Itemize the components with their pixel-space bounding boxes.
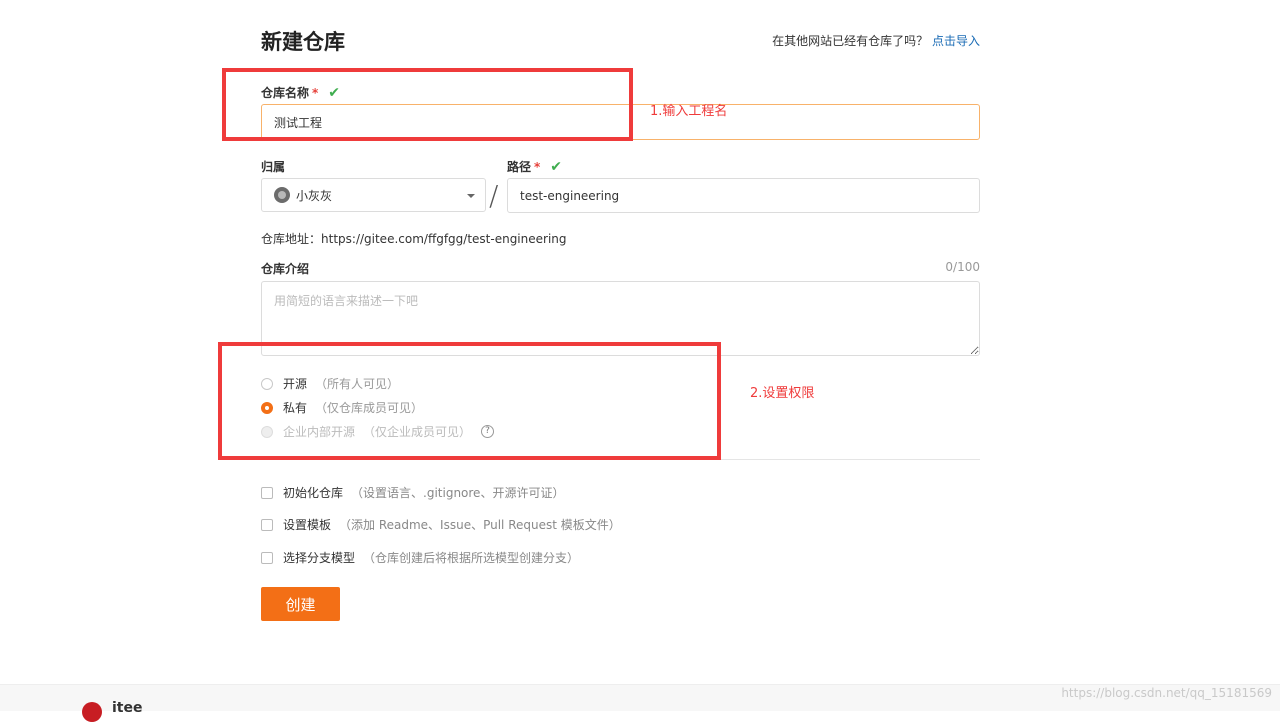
- option-hint: （仓库创建后将根据所选模型创建分支）: [363, 551, 580, 565]
- path-separator: /: [489, 179, 499, 212]
- import-link[interactable]: 点击导入: [932, 34, 980, 48]
- repo-url-line: 仓库地址：https://gitee.com/ffgfgg/test-engin…: [261, 230, 567, 247]
- path-value: test-engineering: [520, 188, 620, 203]
- gitee-logo-icon: [82, 702, 102, 722]
- checkbox[interactable]: [261, 486, 273, 499]
- path-label-text: 路径: [507, 160, 532, 174]
- option-label: 初始化仓库: [283, 486, 344, 500]
- owner-value: 小灰灰: [296, 188, 333, 203]
- check-icon: ✔: [550, 159, 563, 175]
- annotation-box-2: [218, 342, 721, 460]
- caret-down-icon: [467, 194, 475, 198]
- owner-label: 归属: [261, 160, 286, 174]
- required-mark: *: [534, 160, 541, 174]
- description-label: 仓库介绍: [261, 262, 310, 276]
- annotation-box-1: [222, 68, 633, 141]
- option-hint: （添加 Readme、Issue、Pull Request 模板文件）: [339, 518, 621, 532]
- option-label: 选择分支模型: [283, 551, 356, 565]
- repo-url-value: https://gitee.com/ffgfgg/test-engineerin…: [321, 232, 567, 246]
- owner-select[interactable]: 小灰灰: [261, 178, 486, 212]
- path-input[interactable]: test-engineering: [507, 178, 980, 213]
- checkbox[interactable]: [261, 551, 273, 564]
- annotation-step2: 2.设置权限: [750, 386, 815, 401]
- option-hint: （设置语言、.gitignore、开源许可证）: [351, 486, 565, 500]
- annotation-step1: 1.输入工程名: [650, 104, 728, 119]
- import-question: 在其他网站已经有仓库了吗？: [772, 34, 929, 48]
- watermark: https://blog.csdn.net/qq_15181569: [1061, 686, 1272, 700]
- import-hint: 在其他网站已经有仓库了吗？ 点击导入: [772, 32, 980, 49]
- page-title: 新建仓库: [261, 30, 345, 54]
- repo-url-label: 仓库地址：: [261, 232, 322, 246]
- checkbox[interactable]: [261, 518, 273, 531]
- description-counter: 0/100: [945, 260, 980, 274]
- option-init-repo[interactable]: 初始化仓库 （设置语言、.gitignore、开源许可证）: [261, 484, 564, 501]
- option-template[interactable]: 设置模板 （添加 Readme、Issue、Pull Request 模板文件）: [261, 516, 621, 533]
- path-label: 路径 * ✔: [507, 158, 562, 175]
- avatar: [274, 187, 290, 203]
- option-label: 设置模板: [283, 518, 332, 532]
- create-button[interactable]: 创建: [261, 587, 340, 621]
- footer-logo-text: itee: [112, 700, 143, 716]
- option-branch-model[interactable]: 选择分支模型 （仓库创建后将根据所选模型创建分支）: [261, 549, 579, 566]
